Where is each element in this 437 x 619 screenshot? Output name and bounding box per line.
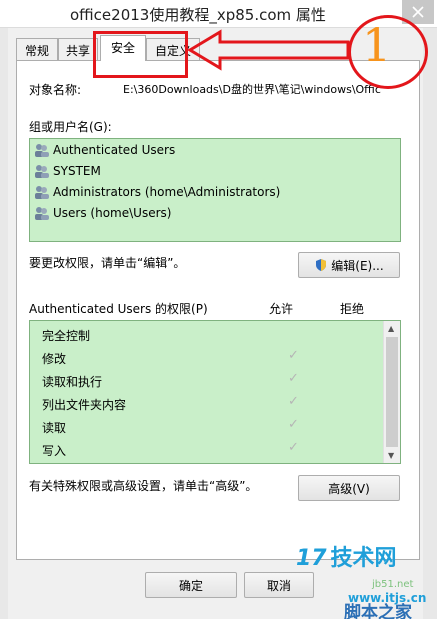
advanced-hint: 有关特殊权限或高级设置，请单击“高级”。 bbox=[29, 479, 258, 493]
tab-general[interactable]: 常规 bbox=[16, 38, 58, 60]
allow-header: 允许 bbox=[269, 302, 294, 316]
permission-row: 完全控制 bbox=[42, 323, 382, 345]
permission-name: 写入 bbox=[42, 444, 67, 458]
edit-hint: 要更改权限，请单击“编辑”。 bbox=[29, 256, 186, 270]
edit-button-label: 编辑(E)... bbox=[331, 258, 384, 273]
permission-name: 列出文件夹内容 bbox=[42, 398, 127, 412]
checkmark-icon: ✓ bbox=[288, 440, 299, 455]
permissions-label: Authenticated Users 的权限(P) bbox=[29, 302, 208, 316]
scroll-up-icon[interactable]: ▲ bbox=[388, 324, 394, 333]
group-name: Authenticated Users bbox=[53, 143, 176, 157]
advanced-button[interactable]: 高级(V) bbox=[298, 475, 400, 501]
annotation-arrow-icon bbox=[187, 29, 350, 71]
object-name-label: 对象名称: bbox=[29, 83, 82, 97]
groups-label: 组或用户名(G): bbox=[29, 120, 112, 134]
list-item[interactable]: Authenticated Users bbox=[34, 140, 175, 160]
permission-name: 读取 bbox=[42, 421, 67, 435]
permission-row: 写入 ✓ bbox=[42, 438, 382, 460]
ok-button-label: 确定 bbox=[178, 578, 203, 593]
permission-row: 修改 ✓ bbox=[42, 346, 382, 368]
permission-name: 完全控制 bbox=[42, 329, 91, 343]
cancel-button-label: 取消 bbox=[266, 578, 291, 593]
group-name: SYSTEM bbox=[53, 164, 101, 178]
list-item[interactable]: Users (home\Users) bbox=[34, 203, 171, 223]
deny-header: 拒绝 bbox=[340, 302, 365, 316]
checkmark-icon: ✓ bbox=[288, 417, 299, 432]
user-group-icon bbox=[34, 163, 50, 179]
group-name: Users (home\Users) bbox=[53, 206, 172, 220]
object-name-value: E:\360Downloads\D盘的世界\笔记\windows\Offic bbox=[123, 83, 381, 96]
advanced-button-label: 高级(V) bbox=[328, 481, 370, 496]
user-group-icon bbox=[34, 142, 50, 158]
checkmark-icon: ✓ bbox=[288, 371, 299, 386]
watermark-site-name: 脚本之家 bbox=[344, 603, 412, 619]
group-name: Administrators (home\Administrators) bbox=[53, 185, 281, 199]
permission-row: 读取和执行 ✓ bbox=[42, 369, 382, 391]
edit-button[interactable]: 编辑(E)... bbox=[298, 252, 400, 278]
watermark-logo: 17 技术网 bbox=[296, 540, 396, 572]
permission-name: 读取和执行 bbox=[42, 375, 103, 389]
shield-icon bbox=[314, 258, 328, 272]
security-panel: 对象名称: E:\360Downloads\D盘的世界\笔记\windows\O… bbox=[16, 60, 420, 560]
watermark-url-1: jb51.net bbox=[372, 579, 414, 590]
tab-security[interactable]: 安全 bbox=[100, 35, 146, 61]
permission-row: 列出文件夹内容 ✓ bbox=[42, 392, 382, 414]
tab-sharing[interactable]: 共享 bbox=[58, 38, 98, 60]
permission-name: 修改 bbox=[42, 352, 67, 366]
checkmark-icon: ✓ bbox=[288, 348, 299, 363]
permissions-scrollbar[interactable]: ▲ ▼ bbox=[383, 321, 400, 463]
cancel-button[interactable]: 取消 bbox=[244, 572, 314, 598]
window-title: office2013使用教程_xp85.com 属性 bbox=[70, 6, 326, 24]
groups-listbox[interactable]: Authenticated Users SYSTEM Administrator… bbox=[29, 138, 401, 242]
properties-window: office2013使用教程_xp85.com 属性 常规 共享 安全 自定义 … bbox=[0, 0, 437, 619]
permission-row: 读取 ✓ bbox=[42, 415, 382, 437]
close-icon bbox=[412, 6, 424, 18]
user-group-icon bbox=[34, 184, 50, 200]
list-item[interactable]: Administrators (home\Administrators) bbox=[34, 182, 280, 202]
permissions-listbox[interactable]: 完全控制 修改 ✓ 读取和执行 ✓ 列出文件夹内容 ✓ 读取 ✓ 写入 ✓ ▲ … bbox=[29, 320, 401, 464]
watermark-logo-num: 17 bbox=[296, 546, 327, 571]
checkmark-icon: ✓ bbox=[288, 394, 299, 409]
scroll-down-icon[interactable]: ▼ bbox=[388, 451, 394, 460]
scroll-thumb[interactable] bbox=[386, 337, 398, 447]
list-item[interactable]: SYSTEM bbox=[34, 161, 101, 181]
ok-button[interactable]: 确定 bbox=[145, 572, 237, 598]
user-group-icon bbox=[34, 205, 50, 221]
watermark-logo-text: 技术网 bbox=[330, 546, 397, 571]
annotation-step-number: 1 bbox=[362, 18, 392, 72]
